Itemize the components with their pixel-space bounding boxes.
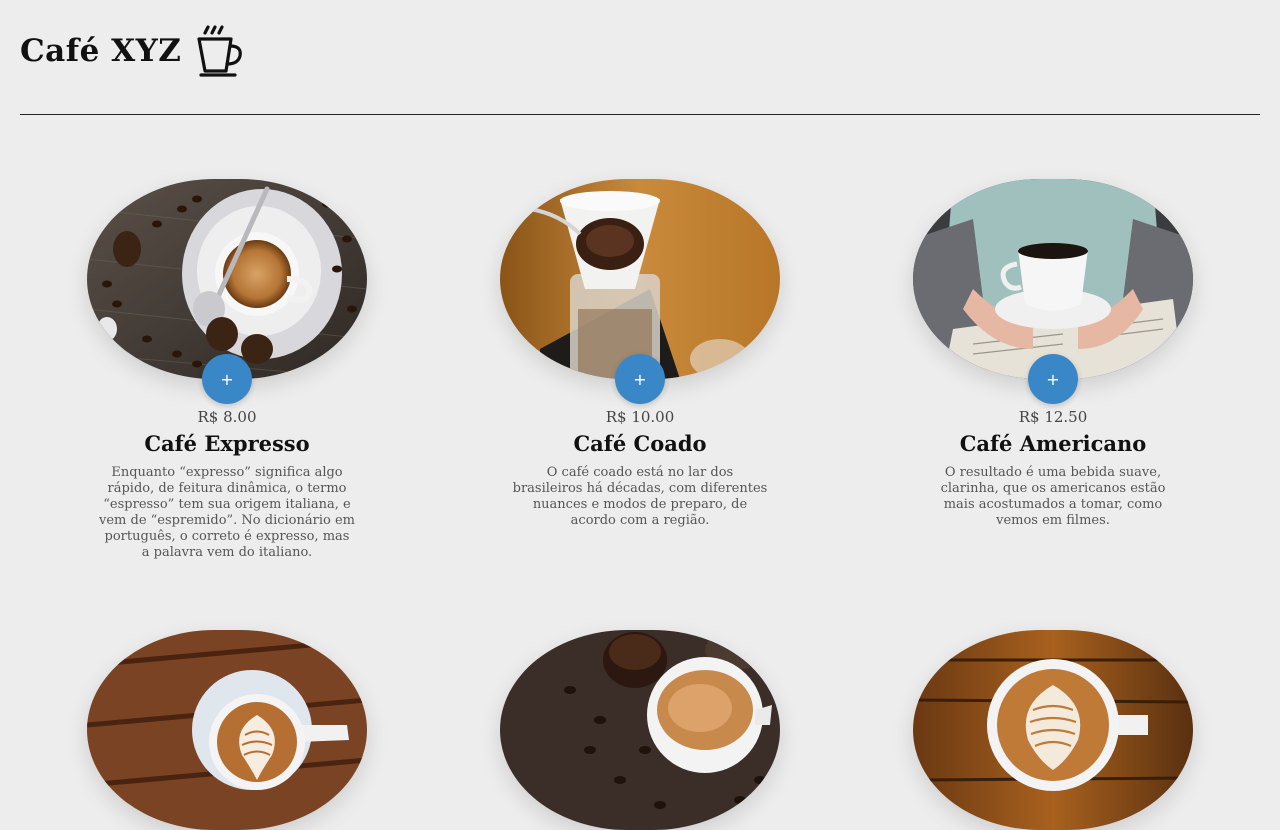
- product-photo: [913, 179, 1193, 379]
- product-photo: [500, 630, 780, 830]
- product-description: O café coado está no lar dos brasileiros…: [512, 465, 768, 528]
- header: Café XYZ: [20, 24, 247, 78]
- header-divider: [20, 114, 1260, 115]
- product-description: O resultado é uma bebida suave, clarinha…: [940, 465, 1166, 528]
- product-price: R$ 10.00: [605, 408, 675, 426]
- coffee-cup-icon: [197, 25, 243, 77]
- add-to-cart-button[interactable]: +: [615, 354, 665, 404]
- product-price: R$ 8.00: [197, 408, 257, 426]
- product-photo: [500, 179, 780, 379]
- product-card-cappuccino: [500, 630, 780, 830]
- product-description: Enquanto “expresso” significa algo rápid…: [99, 465, 355, 560]
- add-to-cart-button[interactable]: +: [202, 354, 252, 404]
- product-name: Café Americano: [959, 431, 1147, 456]
- product-card-espresso: + R$ 8.00 Café Expresso Enquanto “expres…: [87, 179, 367, 561]
- product-price: R$ 12.50: [1018, 408, 1088, 426]
- product-name: Café Expresso: [144, 431, 310, 456]
- product-name: Café Coado: [573, 431, 707, 456]
- product-card-latte: [87, 630, 367, 830]
- product-photo: [913, 630, 1193, 830]
- page-title: Café XYZ: [20, 33, 182, 69]
- add-to-cart-button[interactable]: +: [1028, 354, 1078, 404]
- product-card-americano: + R$ 12.50 Café Americano O resultado é …: [913, 179, 1193, 529]
- product-photo: [87, 630, 367, 830]
- product-photo: [87, 179, 367, 379]
- product-card-coado: + R$ 10.00 Café Coado O café coado está …: [500, 179, 780, 529]
- product-card-flat-white: [913, 630, 1193, 830]
